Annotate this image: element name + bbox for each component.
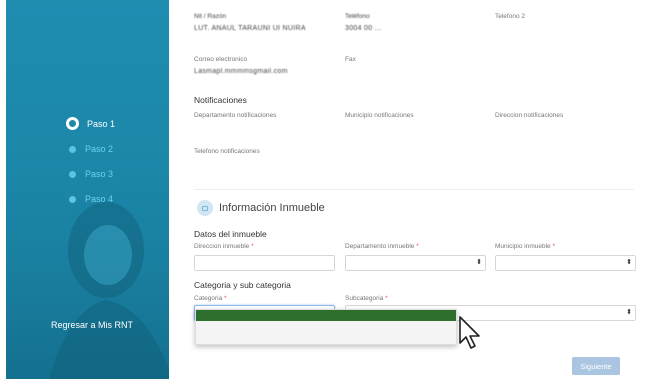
building-icon	[197, 200, 213, 216]
nit-label: Nit / Razón	[194, 13, 227, 20]
municipio-notificaciones-label: Municipio notificaciones	[345, 112, 414, 119]
telefono2-label: Telefono 2	[495, 13, 525, 20]
email-value: Lasmapl.mmmmsgmail.com	[194, 68, 288, 75]
direccion-inmueble-label: Direccion inmueble *	[194, 243, 254, 250]
datos-inmueble-heading: Datos del inmueble	[194, 229, 267, 239]
departamento-inmueble-label: Departamento inmueble *	[345, 243, 419, 250]
fax-label: Fax	[345, 56, 356, 63]
current-step-icon	[66, 117, 79, 130]
subcategoria-label: Subcategoria *	[345, 295, 388, 302]
app-window: Paso 1 Paso 2 Paso 3 Paso 4 Regresar a M…	[6, 0, 657, 379]
step-4[interactable]: Paso 4	[66, 194, 113, 204]
step-dot-icon	[69, 195, 76, 203]
municipio-inmueble-label: Municipio inmueble *	[495, 243, 555, 250]
notificaciones-heading: Notificaciones	[194, 95, 247, 105]
sidebar: Paso 1 Paso 2 Paso 3 Paso 4 Regresar a M…	[6, 0, 169, 379]
mouse-pointer-icon	[459, 316, 480, 349]
step-3[interactable]: Paso 3	[66, 169, 113, 179]
telefono-notificaciones-label: Telefono notificaciones	[194, 148, 260, 155]
categoria-dropdown-list[interactable]	[195, 309, 457, 345]
back-to-rnt-link[interactable]: Regresar a Mis RNT	[51, 320, 133, 330]
section-divider	[194, 189, 634, 190]
step-2[interactable]: Paso 2	[66, 144, 113, 154]
email-label: Correo electronico	[194, 56, 248, 63]
step-dot-icon	[69, 170, 76, 178]
categoria-heading: Categoria y sub categoria	[194, 280, 291, 290]
step-1[interactable]: Paso 1	[66, 117, 115, 130]
background-photo	[48, 202, 169, 379]
telefono-value: 3004 00 ...	[345, 25, 382, 32]
categoria-label: Categoria *	[194, 295, 227, 302]
direccion-inmueble-input[interactable]	[194, 255, 335, 271]
dropdown-option-highlighted[interactable]	[196, 310, 456, 321]
next-button[interactable]: Siguiente	[572, 357, 620, 375]
departamento-notificaciones-label: Departamento notificaciones	[194, 112, 277, 119]
telefono-label: Teléfono	[345, 13, 370, 20]
departamento-inmueble-select[interactable]	[345, 255, 486, 271]
direccion-notificaciones-label: Direccion notificaciones	[495, 112, 564, 119]
step-label: Paso 4	[85, 194, 114, 204]
step-label: Paso 1	[87, 118, 116, 129]
municipio-inmueble-select[interactable]	[495, 255, 636, 271]
nit-value: LUT. ANAUL TARAUNI UI NUIRA	[194, 25, 306, 32]
step-label: Paso 2	[85, 144, 114, 154]
step-label: Paso 3	[85, 169, 114, 179]
step-dot-icon	[69, 145, 76, 153]
informacion-inmueble-title: Información Inmueble	[219, 202, 325, 214]
